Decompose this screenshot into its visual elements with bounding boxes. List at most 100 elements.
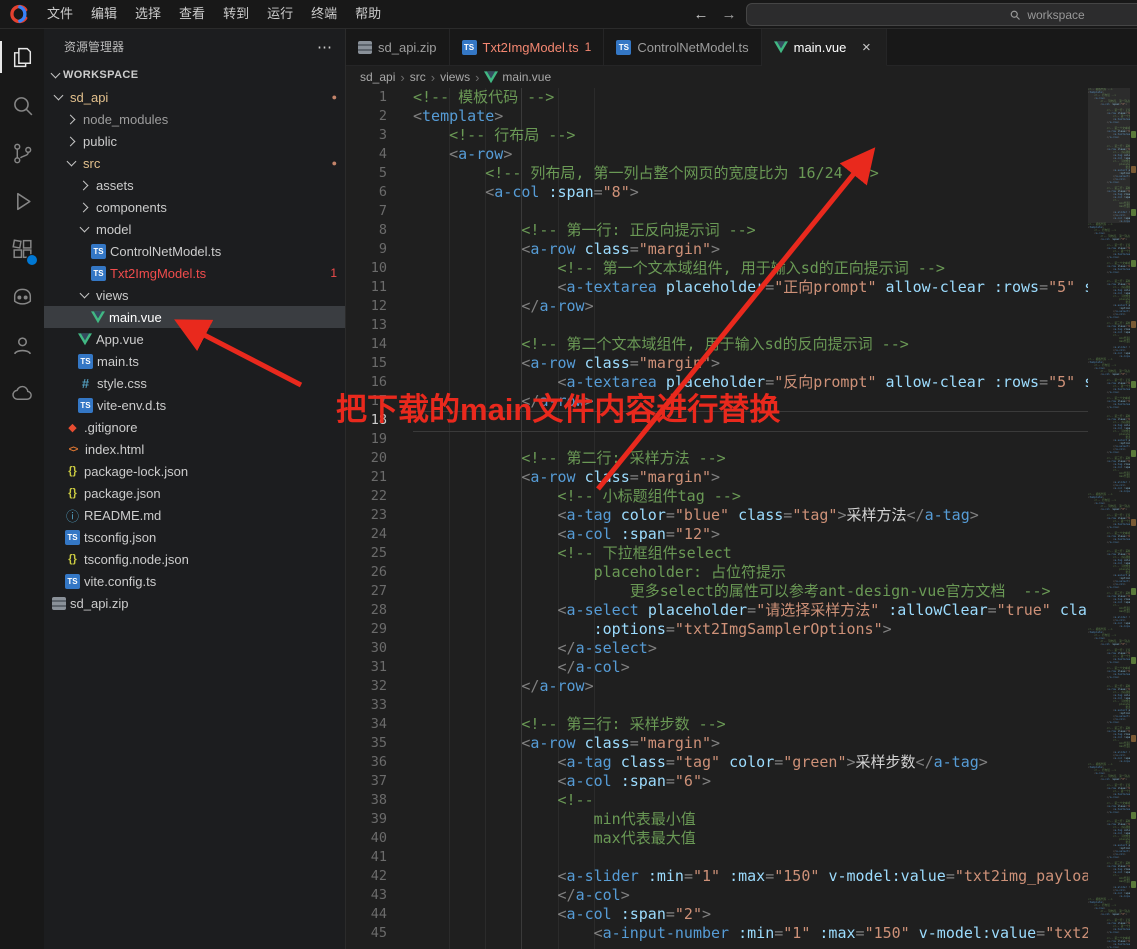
line-number[interactable]: 34 bbox=[346, 715, 413, 734]
line-number[interactable]: 20 bbox=[346, 449, 413, 468]
tree-item-.gitignore[interactable]: ◆.gitignore bbox=[44, 416, 345, 438]
line-number[interactable]: 7 bbox=[346, 202, 413, 221]
tab-ControlNetModel.ts[interactable]: TSControlNetModel.ts bbox=[604, 29, 761, 65]
menu-item-编辑[interactable]: 编辑 bbox=[82, 0, 126, 28]
line-number[interactable]: 36 bbox=[346, 753, 413, 772]
line-number[interactable]: 30 bbox=[346, 639, 413, 658]
tree-item-views[interactable]: views bbox=[44, 284, 345, 306]
line-number[interactable]: 39 bbox=[346, 810, 413, 829]
line-number[interactable]: 4 bbox=[346, 145, 413, 164]
line-number[interactable]: 23 bbox=[346, 506, 413, 525]
menu-item-查看[interactable]: 查看 bbox=[170, 0, 214, 28]
breadcrumb-item-src[interactable]: src bbox=[410, 70, 426, 84]
line-number[interactable]: 41 bbox=[346, 848, 413, 867]
tree-item-assets[interactable]: assets bbox=[44, 174, 345, 196]
line-number[interactable]: 35 bbox=[346, 734, 413, 753]
line-number[interactable]: 6 bbox=[346, 183, 413, 202]
tree-item-README.md[interactable]: ⓘREADME.md bbox=[44, 504, 345, 526]
tree-item-main.vue[interactable]: main.vue bbox=[44, 306, 345, 328]
line-number[interactable]: 12 bbox=[346, 297, 413, 316]
extensions-icon[interactable] bbox=[0, 225, 44, 273]
tree-item-package.json[interactable]: {}package.json bbox=[44, 482, 345, 504]
line-number[interactable]: 11 bbox=[346, 278, 413, 297]
menu-item-选择[interactable]: 选择 bbox=[126, 0, 170, 28]
line-number[interactable]: 42 bbox=[346, 867, 413, 886]
line-number[interactable]: 18 bbox=[346, 411, 413, 430]
line-number[interactable]: 5 bbox=[346, 164, 413, 183]
line-number[interactable]: 45 bbox=[346, 924, 413, 943]
menu-item-帮助[interactable]: 帮助 bbox=[346, 0, 390, 28]
menu-item-文件[interactable]: 文件 bbox=[38, 0, 82, 28]
history-forward-button[interactable]: → bbox=[716, 0, 742, 28]
line-number[interactable]: 38 bbox=[346, 791, 413, 810]
line-number[interactable]: 9 bbox=[346, 240, 413, 259]
tree-item-main.ts[interactable]: TSmain.ts bbox=[44, 350, 345, 372]
line-number[interactable]: 28 bbox=[346, 601, 413, 620]
accounts-icon[interactable] bbox=[0, 321, 44, 369]
breadcrumb-item-views[interactable]: views bbox=[440, 70, 470, 84]
tree-item-index.html[interactable]: <>index.html bbox=[44, 438, 345, 460]
source-control-icon[interactable] bbox=[0, 129, 44, 177]
line-number[interactable]: 25 bbox=[346, 544, 413, 563]
minimap-viewport[interactable] bbox=[1088, 88, 1130, 223]
tree-item-src[interactable]: src● bbox=[44, 152, 345, 174]
run-debug-icon[interactable] bbox=[0, 177, 44, 225]
tree-item-tsconfig.json[interactable]: TStsconfig.json bbox=[44, 526, 345, 548]
command-center-search[interactable]: workspace bbox=[746, 3, 1137, 26]
line-number[interactable]: 40 bbox=[346, 829, 413, 848]
tree-item-App.vue[interactable]: App.vue bbox=[44, 328, 345, 350]
line-number[interactable]: 3 bbox=[346, 126, 413, 145]
code-area[interactable]: <!-- 模板代码 --><template> <!-- 行布局 --> <a-… bbox=[413, 88, 1137, 949]
tree-item-Txt2ImgModel.ts[interactable]: TSTxt2ImgModel.ts1 bbox=[44, 262, 345, 284]
tree-item-model[interactable]: model bbox=[44, 218, 345, 240]
app-logo[interactable] bbox=[0, 0, 38, 28]
line-number[interactable]: 14 bbox=[346, 335, 413, 354]
history-back-button[interactable]: ← bbox=[688, 0, 714, 28]
more-actions-icon[interactable]: ⋯ bbox=[317, 38, 333, 56]
tree-item-sd_api.zip[interactable]: sd_api.zip bbox=[44, 592, 345, 614]
line-number[interactable]: 17 bbox=[346, 392, 413, 411]
line-number[interactable]: 32 bbox=[346, 677, 413, 696]
line-number[interactable]: 15 bbox=[346, 354, 413, 373]
menu-item-转到[interactable]: 转到 bbox=[214, 0, 258, 28]
line-number[interactable]: 31 bbox=[346, 658, 413, 677]
tab-main.vue[interactable]: main.vue× bbox=[762, 29, 888, 66]
tree-item-components[interactable]: components bbox=[44, 196, 345, 218]
line-number[interactable]: 1 bbox=[346, 88, 413, 107]
search-icon[interactable] bbox=[0, 81, 44, 129]
breadcrumb-item-sd_api[interactable]: sd_api bbox=[360, 70, 395, 84]
line-number[interactable]: 8 bbox=[346, 221, 413, 240]
tree-item-vite-env.d.ts[interactable]: TSvite-env.d.ts bbox=[44, 394, 345, 416]
line-number[interactable]: 37 bbox=[346, 772, 413, 791]
line-number[interactable]: 22 bbox=[346, 487, 413, 506]
line-number[interactable]: 16 bbox=[346, 373, 413, 392]
tree-item-node_modules[interactable]: node_modules bbox=[44, 108, 345, 130]
line-number[interactable]: 21 bbox=[346, 468, 413, 487]
close-icon[interactable]: × bbox=[858, 39, 874, 56]
line-number[interactable]: 2 bbox=[346, 107, 413, 126]
remote-icon[interactable] bbox=[0, 369, 44, 417]
menu-item-终端[interactable]: 终端 bbox=[302, 0, 346, 28]
workspace-section-header[interactable]: WORKSPACE bbox=[44, 64, 345, 86]
line-number[interactable]: 33 bbox=[346, 696, 413, 715]
menu-item-运行[interactable]: 运行 bbox=[258, 0, 302, 28]
line-number[interactable]: 19 bbox=[346, 430, 413, 449]
breadcrumb-item-main.vue[interactable]: main.vue bbox=[484, 70, 551, 84]
tree-item-package-lock.json[interactable]: {}package-lock.json bbox=[44, 460, 345, 482]
minimap[interactable]: <!-- 模板代码 --><template> <!-- 行布局 --> <a-… bbox=[1088, 88, 1130, 949]
line-number[interactable]: 43 bbox=[346, 886, 413, 905]
tab-sd_api.zip[interactable]: sd_api.zip bbox=[346, 29, 450, 65]
line-number[interactable]: 13 bbox=[346, 316, 413, 335]
line-number[interactable]: 44 bbox=[346, 905, 413, 924]
tree-item-ControlNetModel.ts[interactable]: TSControlNetModel.ts bbox=[44, 240, 345, 262]
line-number[interactable]: 24 bbox=[346, 525, 413, 544]
line-number[interactable]: 27 bbox=[346, 582, 413, 601]
code-editor[interactable]: 1234567891011121314151617181920212223242… bbox=[346, 88, 1137, 949]
line-number[interactable]: 26 bbox=[346, 563, 413, 582]
line-number[interactable]: 29 bbox=[346, 620, 413, 639]
tree-item-public[interactable]: public bbox=[44, 130, 345, 152]
tab-Txt2ImgModel.ts[interactable]: TSTxt2ImgModel.ts1 bbox=[450, 29, 605, 65]
tree-item-style.css[interactable]: #style.css bbox=[44, 372, 345, 394]
tree-item-vite.config.ts[interactable]: TSvite.config.ts bbox=[44, 570, 345, 592]
explorer-icon[interactable] bbox=[0, 33, 44, 81]
